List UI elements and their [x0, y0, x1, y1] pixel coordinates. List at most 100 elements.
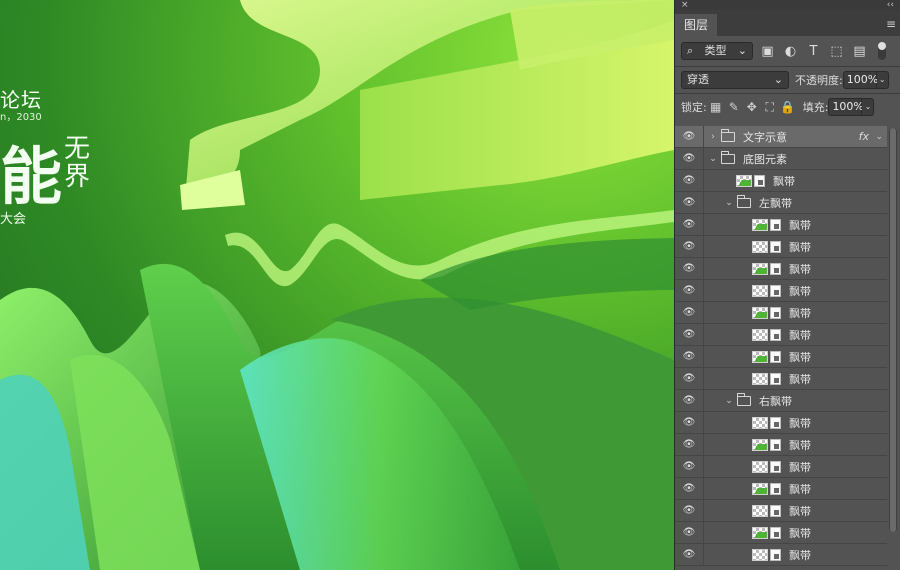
layer-name[interactable]: 飘带 — [789, 415, 811, 431]
layer-row[interactable]: 👁 飘带 — [675, 213, 887, 236]
layer-name[interactable]: 飘带 — [789, 503, 811, 519]
layer-thumbnail[interactable] — [736, 174, 752, 187]
adjustment-filter-icon[interactable]: ◐ — [782, 44, 799, 59]
layer-thumbnail[interactable] — [752, 548, 768, 561]
layer-thumbnail[interactable] — [752, 504, 768, 517]
layer-row[interactable]: 👁 飘带 — [675, 345, 887, 368]
chevron-down-icon[interactable]: ⌄ — [724, 198, 734, 208]
layer-thumbnail[interactable] — [752, 328, 768, 341]
layer-row[interactable]: 👁 飘带 — [675, 301, 887, 324]
layer-name[interactable]: 飘带 — [789, 437, 811, 453]
lock-position-icon[interactable]: ✥ — [743, 100, 761, 114]
close-panel-icon[interactable]: × — [681, 0, 689, 10]
visibility-eye-icon[interactable]: 👁 — [675, 219, 703, 230]
document-canvas[interactable]: 论坛 n，2030 能 无界 大会 — [0, 0, 674, 570]
visibility-eye-icon[interactable]: 👁 — [675, 263, 703, 274]
visibility-eye-icon[interactable]: 👁 — [675, 439, 703, 450]
type-filter-icon[interactable]: T — [805, 44, 822, 59]
visibility-eye-icon[interactable]: 👁 — [675, 461, 703, 472]
layer-row[interactable]: 👁 飘带 — [675, 257, 887, 280]
layer-row[interactable]: 👁 飘带 — [675, 455, 887, 478]
layer-thumbnail[interactable] — [752, 284, 768, 297]
opacity-dropdown-icon[interactable]: ⌄ — [876, 71, 889, 89]
layer-row[interactable]: 👁 飘带 — [675, 411, 887, 434]
fill-dropdown-icon[interactable]: ⌄ — [862, 98, 875, 116]
layer-row[interactable]: 👁 飘带 — [675, 521, 887, 544]
layer-name[interactable]: 文字示意 — [743, 129, 787, 145]
layer-name[interactable]: 飘带 — [789, 349, 811, 365]
visibility-eye-icon[interactable]: 👁 — [675, 307, 703, 318]
layer-name[interactable]: 飘带 — [789, 481, 811, 497]
layers-scrollbar[interactable] — [889, 128, 897, 532]
visibility-eye-icon[interactable]: 👁 — [675, 483, 703, 494]
tab-layers[interactable]: 图层 — [675, 14, 718, 36]
layer-thumbnail[interactable] — [752, 460, 768, 473]
visibility-eye-icon[interactable]: 👁 — [675, 285, 703, 296]
layer-name[interactable]: 飘带 — [789, 261, 811, 277]
visibility-eye-icon[interactable]: 👁 — [675, 417, 703, 428]
smart-object-filter-icon[interactable]: ▤ — [851, 44, 868, 59]
layer-row[interactable]: 👁 飘带 — [675, 323, 887, 346]
layer-row[interactable]: 👁 飘带 — [675, 169, 887, 192]
layer-thumbnail[interactable] — [752, 372, 768, 385]
layer-group-row[interactable]: 👁 ⌄ 右飘带 — [675, 389, 887, 412]
layer-effects-icon[interactable]: fx — [859, 130, 869, 143]
layer-thumbnail[interactable] — [752, 262, 768, 275]
chevron-right-icon[interactable]: › — [708, 132, 718, 142]
layer-name[interactable]: 飘带 — [789, 283, 811, 299]
opacity-input[interactable]: 100% — [842, 71, 878, 89]
layer-name[interactable]: 飘带 — [773, 173, 795, 189]
layer-thumbnail[interactable] — [752, 218, 768, 231]
panel-menu-icon[interactable]: ≡ — [886, 17, 896, 31]
layer-row[interactable]: 👁 飘带 — [675, 367, 887, 390]
visibility-eye-icon[interactable]: 👁 — [675, 351, 703, 362]
visibility-eye-icon[interactable]: 👁 — [675, 395, 703, 406]
visibility-eye-icon[interactable]: 👁 — [675, 329, 703, 340]
effects-expand-icon[interactable]: ⌄ — [875, 132, 883, 142]
layer-row[interactable]: 👁 飘带 — [675, 235, 887, 258]
visibility-eye-icon[interactable]: 👁 — [675, 241, 703, 252]
lock-artboard-icon[interactable]: ⛶ — [761, 100, 779, 115]
chevron-down-icon[interactable]: ⌄ — [708, 154, 718, 164]
layer-group-row[interactable]: 👁 › 文字示意 fx ⌄ — [675, 125, 887, 148]
collapse-panel-icon[interactable]: ‹‹ — [887, 0, 894, 10]
layer-group-row[interactable]: 👁 ⌄ 左飘带 — [675, 191, 887, 214]
visibility-eye-icon[interactable]: 👁 — [675, 197, 703, 208]
layer-name[interactable]: 右飘带 — [759, 393, 792, 409]
layer-thumbnail[interactable] — [752, 350, 768, 363]
layer-row[interactable]: 👁 飘带 — [675, 543, 887, 566]
layer-name[interactable]: 飘带 — [789, 459, 811, 475]
layer-row[interactable]: 👁 飘带 — [675, 433, 887, 456]
layer-name[interactable]: 飘带 — [789, 371, 811, 387]
layer-row[interactable]: 👁 飘带 — [675, 279, 887, 302]
layer-name[interactable]: 底图元素 — [743, 151, 787, 167]
layer-name[interactable]: 飘带 — [789, 239, 811, 255]
lock-transparent-pixels-icon[interactable]: ▦ — [707, 100, 725, 114]
layer-thumbnail[interactable] — [752, 306, 768, 319]
image-filter-icon[interactable]: ▣ — [759, 44, 776, 59]
chevron-down-icon[interactable]: ⌄ — [724, 396, 734, 406]
visibility-eye-icon[interactable]: 👁 — [675, 175, 703, 186]
layer-name[interactable]: 飘带 — [789, 327, 811, 343]
layer-thumbnail[interactable] — [752, 240, 768, 253]
filter-kind-select[interactable]: ⌕ 类型 ⌄ — [681, 42, 753, 60]
layer-name[interactable]: 飘带 — [789, 217, 811, 233]
lock-image-pixels-icon[interactable]: ✎ — [725, 100, 743, 114]
layer-name[interactable]: 左飘带 — [759, 195, 792, 211]
shape-filter-icon[interactable]: ⬚ — [828, 44, 845, 59]
visibility-eye-icon[interactable]: 👁 — [675, 373, 703, 384]
layer-row[interactable]: 👁 飘带 — [675, 499, 887, 522]
layer-name[interactable]: 飘带 — [789, 305, 811, 321]
blend-mode-select[interactable]: 穿透 ⌄ — [681, 71, 789, 89]
filter-toggle[interactable] — [878, 42, 886, 60]
layer-row[interactable]: 👁 飘带 — [675, 477, 887, 500]
layer-thumbnail[interactable] — [752, 526, 768, 539]
layer-thumbnail[interactable] — [752, 416, 768, 429]
visibility-eye-icon[interactable]: 👁 — [675, 549, 703, 560]
visibility-eye-icon[interactable]: 👁 — [675, 153, 703, 164]
layer-thumbnail[interactable] — [752, 482, 768, 495]
lock-all-icon[interactable]: 🔒 — [779, 100, 797, 114]
visibility-eye-icon[interactable]: 👁 — [675, 527, 703, 538]
visibility-eye-icon[interactable]: 👁 — [675, 505, 703, 516]
visibility-eye-icon[interactable]: 👁 — [675, 131, 703, 142]
